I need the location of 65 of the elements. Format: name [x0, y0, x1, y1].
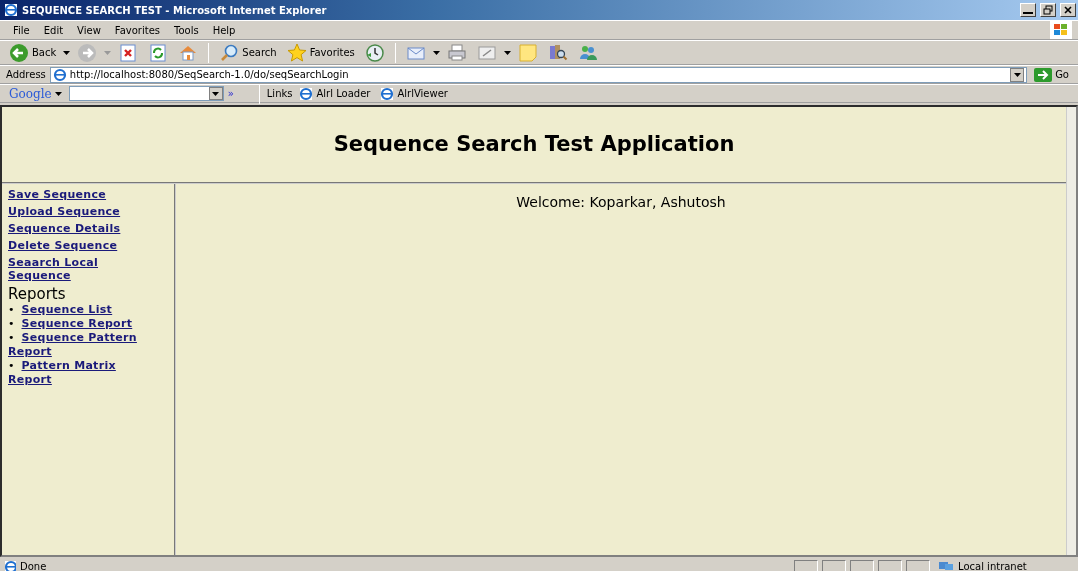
dropdown-arrow-icon[interactable]: [503, 50, 511, 55]
dropdown-arrow-icon[interactable]: [212, 91, 220, 96]
printer-icon: [446, 42, 467, 63]
google-button[interactable]: Google: [6, 83, 65, 104]
menu-item[interactable]: Edit: [36, 20, 71, 40]
search-icon: [219, 42, 240, 63]
page-icon: [52, 67, 67, 82]
menu-item[interactable]: Favorites: [107, 20, 167, 40]
restore-icon: [1043, 5, 1053, 15]
browser-icon: [4, 3, 18, 17]
reports-heading: Reports: [8, 286, 67, 303]
status-pane: [794, 559, 818, 571]
page-icon: [380, 86, 395, 101]
go-button[interactable]: Go: [1031, 66, 1072, 83]
nav-link[interactable]: Upload Sequence: [8, 205, 140, 218]
nav-link[interactable]: Seaarch Local Sequence: [8, 256, 140, 282]
dropdown-arrow-icon[interactable]: [432, 50, 440, 55]
nav-link[interactable]: Save Sequence: [8, 188, 140, 201]
search-button[interactable]: Search: [216, 41, 280, 64]
more-button[interactable]: »: [227, 86, 234, 101]
link-button[interactable]: AlrlViewer: [377, 85, 451, 102]
menu-item[interactable]: View: [70, 20, 108, 40]
dropdown-arrow-icon: [54, 91, 62, 96]
report-link[interactable]: • Pattern Matrix Report: [8, 359, 140, 387]
restore-button[interactable]: [1040, 3, 1056, 17]
report-link[interactable]: • Sequence List: [8, 303, 140, 317]
links-label: Links: [266, 87, 293, 101]
nav-link[interactable]: Sequence Details: [8, 222, 140, 235]
menu-item[interactable]: File: [6, 20, 37, 40]
report-link[interactable]: • Sequence Report: [8, 317, 140, 331]
refresh-icon: [148, 42, 169, 63]
close-icon: [1063, 5, 1073, 15]
address-label: Address: [6, 68, 46, 82]
address-field[interactable]: http://localhost:8080/SeqSearch-1.0/do/seqSearchLogin: [49, 66, 1028, 83]
minimize-icon: [1023, 12, 1033, 14]
window-title: SEQUENCE SEARCH TEST - Microsoft Internet Explorer: [22, 3, 328, 18]
page-heading: Sequence Search Test Application: [333, 131, 735, 158]
zone-text: Local intranet: [958, 559, 1027, 571]
dropdown-arrow-icon[interactable]: [63, 50, 71, 55]
page-icon: [299, 86, 314, 101]
link-button[interactable]: Alrl Loader: [296, 85, 374, 102]
status-pane: [822, 559, 846, 571]
report-link[interactable]: • Sequence Pattern Report: [8, 331, 140, 359]
status-pane: [906, 559, 930, 571]
favorites-button[interactable]: Favorites: [283, 41, 358, 64]
status-text: Done: [20, 559, 48, 571]
stop-icon: [118, 42, 139, 63]
dropdown-arrow-icon[interactable]: [1013, 72, 1021, 77]
favorites-star-icon: [286, 42, 307, 63]
scrollbar[interactable]: [1066, 107, 1076, 555]
history-icon: [364, 42, 385, 63]
note-icon: [517, 42, 538, 63]
status-pane: [878, 559, 902, 571]
status-pane: [850, 559, 874, 571]
welcome-text: Welcome: Koparkar, Ashutosh: [516, 194, 726, 210]
nav-link[interactable]: Delete Sequence: [8, 239, 140, 252]
menu-item[interactable]: Tools: [167, 20, 206, 40]
search-field[interactable]: [68, 86, 224, 101]
intranet-icon: [938, 560, 954, 571]
close-button[interactable]: [1060, 3, 1076, 17]
menu-item[interactable]: Help: [205, 20, 243, 40]
minimize-button[interactable]: [1020, 3, 1036, 17]
research-icon: [547, 42, 568, 63]
page-icon: [4, 560, 16, 571]
back-button[interactable]: Back: [6, 41, 60, 64]
